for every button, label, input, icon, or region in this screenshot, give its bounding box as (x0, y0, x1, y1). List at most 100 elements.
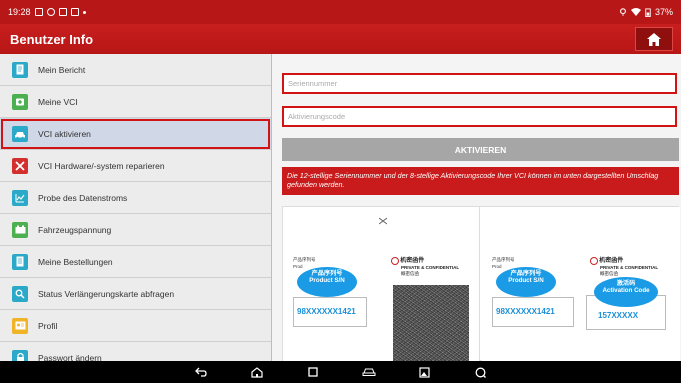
seal-icon (590, 257, 598, 265)
wifi-icon (630, 8, 641, 16)
more-notifications-icon (82, 10, 86, 14)
sidebar-item-label: VCI aktivieren (38, 128, 91, 139)
serial-bubble-cn: 产品序列号 (311, 270, 343, 277)
sidebar-item-fahrzeugspannung[interactable]: Fahrzeugspannung (0, 214, 271, 246)
battery-icon (645, 7, 651, 17)
recents-button[interactable] (285, 367, 341, 377)
sidebar-item-label: Passwort ändern (38, 352, 102, 362)
recents-icon (307, 367, 318, 377)
car-activate-icon (12, 125, 28, 142)
sidebar-menu: Mein Bericht Meine VCI VCI aktivieren VC… (0, 54, 272, 361)
confidential-cn2: 概密信函 (401, 270, 419, 276)
sidebar-item-label: Profil (38, 320, 58, 331)
lock-icon (12, 349, 28, 361)
activation-bubble: 激活码 Activation Code (594, 277, 658, 307)
confidential-label-left: 机密函件 PRIVATE & CONFIDENTIAL 概密信函 (391, 257, 459, 276)
orders-icon (12, 253, 28, 270)
status-right: 37% (619, 7, 673, 17)
app-notification-icon (70, 8, 79, 16)
serial-bubble-cn: 产品序列号 (510, 270, 542, 277)
serial-number-input[interactable] (288, 79, 675, 88)
chart-icon (12, 189, 28, 206)
activation-panel: AKTIVIEREN Die 12-stellige Seriennummer … (272, 54, 681, 361)
seal-icon (391, 257, 399, 265)
image-notification-icon (58, 8, 67, 16)
activation-bubble-cn: 激活码 (616, 280, 636, 287)
confidential-cn2: 概密信函 (600, 270, 618, 276)
home-nav-button[interactable] (229, 366, 285, 378)
envelope-left-label-cn: 产品序列号 (293, 257, 316, 262)
battery-level: 37% (654, 7, 673, 17)
back-icon (194, 367, 207, 377)
activation-code-field[interactable] (282, 106, 677, 127)
tools-icon (12, 157, 28, 174)
serial-bubble-en: Product S/N (309, 277, 345, 285)
sidebar-item-label: Mein Bericht (38, 64, 86, 75)
serial-bubble-right: 产品序列号 Product S/N (496, 267, 556, 297)
screen: 19:28 37% Benutzer Info Mein Bericht Mei… (0, 0, 681, 383)
envelope-illustration: 产品序列号 Prod 产品序列号 Product S/N 98XXXXXX142… (282, 206, 680, 361)
envelope-left: 产品序列号 Prod 产品序列号 Product S/N 98XXXXXX142… (283, 207, 480, 361)
search-icon (12, 285, 28, 302)
serial-value-left: 98XXXXXX1421 (297, 307, 356, 316)
sidebar-item-meine-vci[interactable]: Meine VCI (0, 86, 271, 118)
profile-icon (12, 317, 28, 334)
envelope-right-label-cn: 产品序列号 (492, 257, 515, 262)
envelope-right-label-prod: Prod (492, 264, 502, 269)
activation-code-input[interactable] (288, 112, 675, 121)
sidebar-item-vci-aktivieren[interactable]: VCI aktivieren (0, 118, 271, 150)
sidebar-item-mein-bericht[interactable]: Mein Bericht (0, 54, 271, 86)
sidebar-item-label: Probe des Datenstroms (38, 192, 128, 203)
app-bar: Benutzer Info (0, 24, 681, 54)
browser-button[interactable] (453, 367, 509, 378)
info-message: Die 12-stellige Seriennummer und der 8-s… (282, 167, 679, 195)
serial-number-field[interactable] (282, 73, 677, 94)
confidential-en: PRIVATE & CONFIDENTIAL (600, 265, 659, 271)
location-icon (620, 8, 626, 16)
sidebar-item-verlaengerungskarte[interactable]: Status Verlängerungskarte abfragen (0, 278, 271, 310)
sidebar-item-datenstrom[interactable]: Probe des Datenstroms (0, 182, 271, 214)
sidebar-item-label: VCI Hardware/-system reparieren (38, 160, 165, 171)
screenshot-button[interactable] (397, 366, 453, 378)
envelope-left-label-prod: Prod (293, 264, 303, 269)
activation-code-value: 157XXXXX (598, 311, 639, 320)
confidential-cn: 机密函件 (400, 258, 425, 265)
home-nav-icon (250, 366, 263, 378)
confidential-en: PRIVATE & CONFIDENTIAL (401, 265, 460, 271)
sidebar-item-label: Fahrzeugspannung (38, 224, 112, 235)
sidebar-item-label: Meine VCI (38, 96, 78, 107)
activation-bubble-en: Activation Code (602, 287, 650, 295)
sidebar-item-label: Meine Bestellungen (38, 256, 113, 267)
vci-shortcut-button[interactable] (341, 367, 397, 377)
home-icon (647, 32, 661, 46)
status-time: 19:28 (8, 7, 31, 17)
scratch-off-area (393, 285, 469, 361)
envelope-right: 产品序列号 Prod 产品序列号 Product S/N 98XXXXXX142… (482, 207, 680, 361)
serial-value-right: 98XXXXXX1421 (496, 307, 555, 316)
notification-icon (34, 8, 43, 16)
home-button[interactable] (635, 27, 673, 51)
back-button[interactable] (173, 367, 229, 377)
document-icon (12, 61, 28, 78)
sidebar-item-vci-reparieren[interactable]: VCI Hardware/-system reparieren (0, 150, 271, 182)
activate-button[interactable]: AKTIVIEREN (282, 138, 679, 161)
confidential-label-right: 机密函件 PRIVATE & CONFIDENTIAL 概密信函 (590, 257, 658, 276)
page-title: Benutzer Info (10, 31, 94, 47)
serial-bubble-left: 产品序列号 Product S/N (297, 267, 357, 297)
battery-icon (12, 221, 28, 238)
image-icon (419, 366, 430, 378)
sidebar-item-label: Status Verlängerungskarte abfragen (38, 288, 175, 299)
confidential-cn: 机密函件 (599, 258, 624, 265)
vci-device-icon (12, 93, 28, 110)
serial-bubble-en: Product S/N (508, 277, 544, 285)
sidebar-item-bestellungen[interactable]: Meine Bestellungen (0, 246, 271, 278)
car-shortcut-icon (362, 368, 375, 376)
circle-notification-icon (46, 8, 55, 16)
navigation-bar (0, 361, 681, 383)
status-left: 19:28 (8, 7, 86, 17)
sidebar-item-profil[interactable]: Profil (0, 310, 271, 342)
sidebar-item-passwort[interactable]: Passwort ändern (0, 342, 271, 361)
status-bar: 19:28 37% (0, 0, 681, 24)
browser-icon (475, 367, 486, 378)
scissors-icon (379, 217, 387, 225)
